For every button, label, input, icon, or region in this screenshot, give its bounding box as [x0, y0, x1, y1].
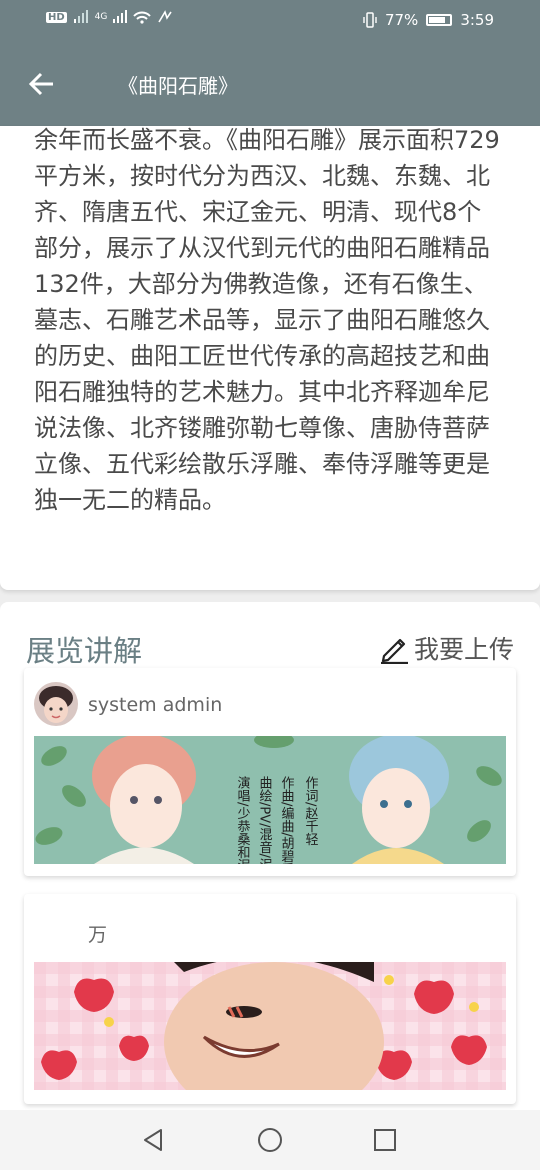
status-icons-left: HD 4G	[46, 10, 173, 24]
app-bar: 《曲阳石雕》	[0, 42, 540, 126]
signal-strength-icon	[113, 10, 128, 23]
pencil-icon	[380, 638, 408, 664]
intro-card: 余年而长盛不衰。《曲阳石雕》展示面积729平方米，按时代分为西汉、北魏、东魏、北…	[0, 126, 540, 590]
hd-icon: HD	[46, 11, 67, 23]
status-icons-right: 77% 3:59	[363, 11, 494, 29]
credit-composer: 作曲/编曲/胡碧乔	[279, 776, 295, 864]
nfc-icon	[158, 10, 173, 23]
intro-text: 余年而长盛不衰。《曲阳石雕》展示面积729平方米，按时代分为西汉、北魏、东魏、北…	[34, 126, 500, 514]
nav-back-icon[interactable]	[141, 1126, 169, 1154]
back-arrow-icon[interactable]	[26, 68, 58, 100]
upload-button[interactable]: 我要上传	[378, 630, 514, 666]
credit-art: 曲绘/PV/混音/泥	[257, 776, 273, 864]
battery-percent: 77%	[384, 11, 419, 29]
nav-recents-icon[interactable]	[371, 1126, 399, 1154]
credit-lyrics: 作词/赵千轻	[303, 776, 319, 847]
signal-4g-icon: 4G	[94, 12, 108, 22]
section-title: 展览讲解	[26, 634, 143, 668]
post-card[interactable]: system admin 作词/赵千轻 作曲/编曲/胡碧乔 曲绘/PV/混音/泥…	[24, 668, 516, 876]
explain-section: 展览讲解 我要上传 system admin 作词/赵千轻 作曲/编曲/胡碧乔 …	[0, 602, 540, 1122]
vibrate-icon	[363, 12, 377, 28]
avatar[interactable]	[34, 682, 78, 726]
wifi-icon	[133, 11, 152, 24]
status-bar: HD 4G 77% 3:59	[0, 0, 540, 42]
battery-level	[429, 17, 445, 23]
signal-icon	[73, 10, 88, 23]
post-author: system admin	[88, 694, 223, 716]
post-author: 万	[88, 924, 108, 946]
post-image[interactable]	[34, 962, 506, 1090]
system-nav-bar	[0, 1110, 540, 1170]
page-title: 《曲阳石雕》	[118, 74, 238, 98]
nav-home-icon[interactable]	[256, 1126, 284, 1154]
post-card[interactable]: 万	[24, 894, 516, 1104]
upload-label: 我要上传	[413, 635, 514, 664]
clock: 3:59	[460, 11, 494, 29]
battery-icon	[426, 14, 453, 26]
credit-vocal: 演唱/少恭桑和泥	[235, 775, 251, 864]
post-image[interactable]: 作词/赵千轻 作曲/编曲/胡碧乔 曲绘/PV/混音/泥 演唱/少恭桑和泥	[34, 736, 506, 864]
